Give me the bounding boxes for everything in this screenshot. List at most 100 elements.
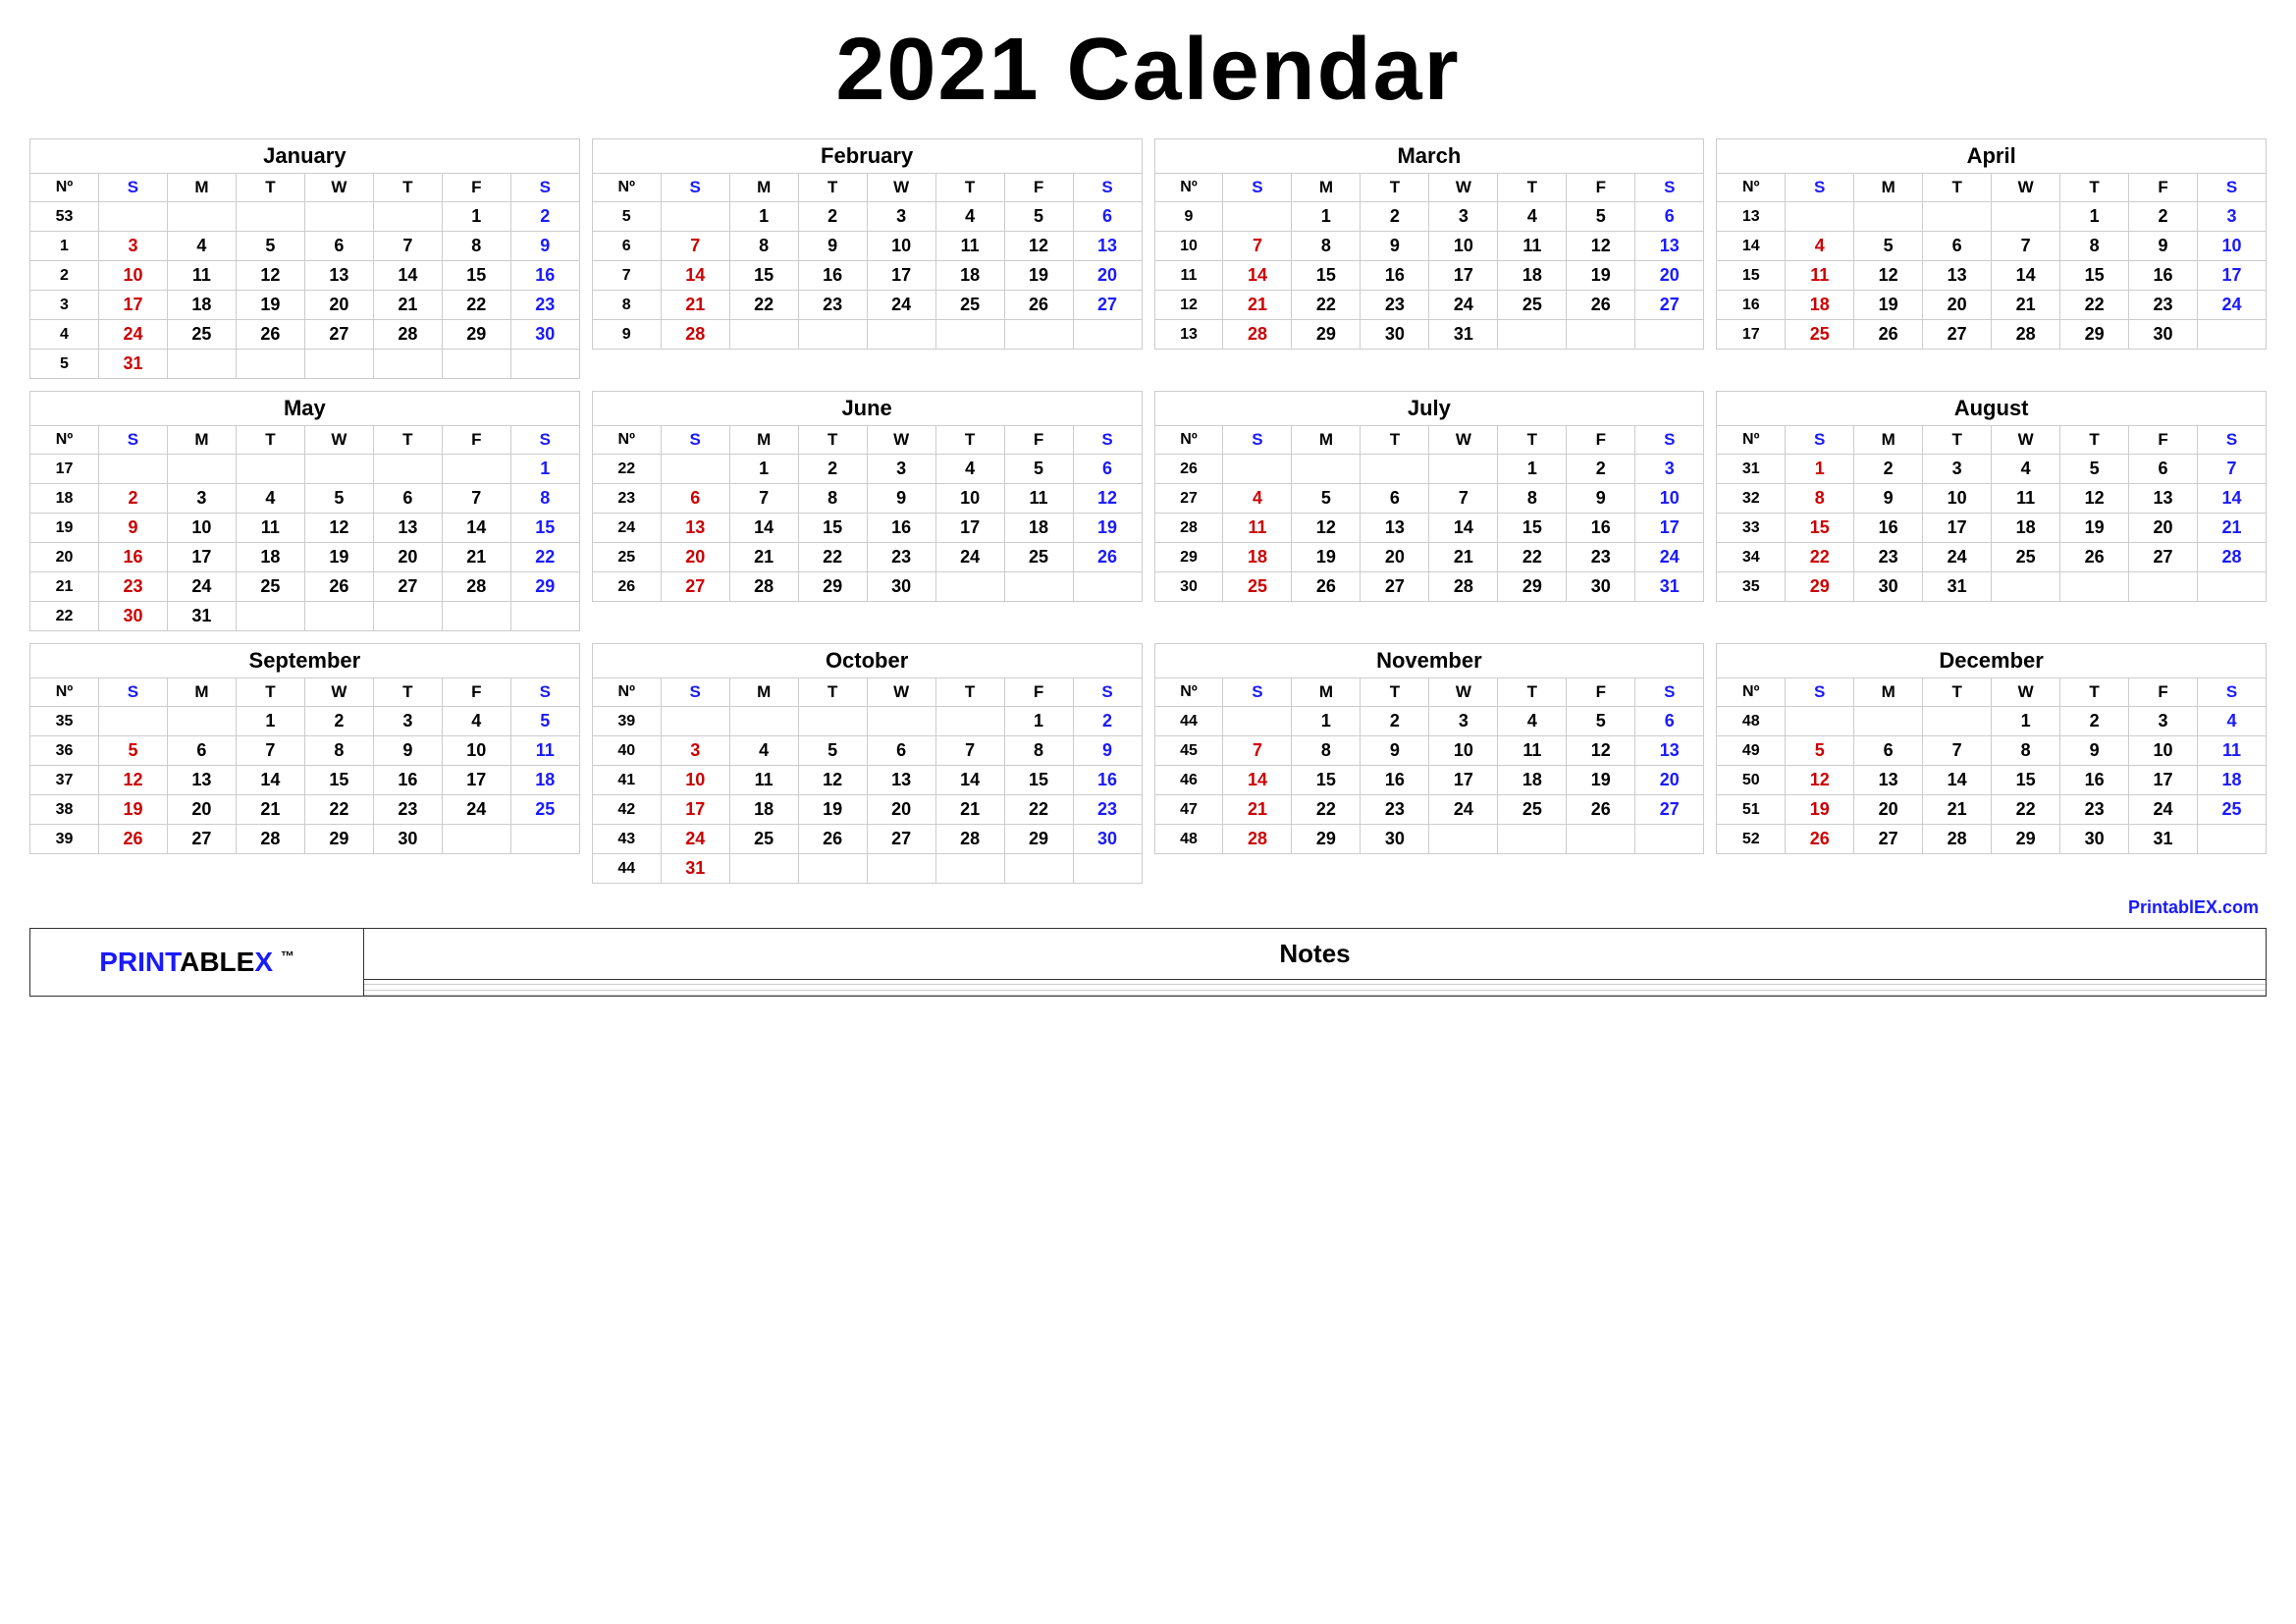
weekday: 9 [798, 232, 867, 261]
header-day-4: W [1429, 174, 1498, 202]
empty-day [935, 320, 1004, 350]
week-number: 47 [1154, 795, 1223, 825]
weekday: 15 [304, 766, 373, 795]
header-sunday: S [1786, 678, 1854, 707]
weekday: 26 [1567, 795, 1635, 825]
sunday-day: 17 [661, 795, 729, 825]
sunday-day: 5 [1786, 736, 1854, 766]
empty-day [1073, 854, 1142, 884]
week-number: 24 [592, 514, 661, 543]
weekday: 1 [1992, 707, 2060, 736]
empty-day [661, 455, 729, 484]
weekday: 3 [867, 455, 935, 484]
weekday: 2 [2129, 202, 2198, 232]
empty-day [1429, 455, 1498, 484]
empty-day [304, 602, 373, 631]
table-row: 2016171819202122 [30, 543, 580, 572]
weekday: 15 [1498, 514, 1567, 543]
saturday-day: 8 [510, 484, 579, 514]
month-title: November [1154, 644, 1704, 678]
saturday-day: 31 [1635, 572, 1704, 602]
saturday-day: 2 [510, 202, 579, 232]
weekday: 20 [304, 291, 373, 320]
weekday: 9 [1361, 232, 1429, 261]
weekday: 8 [1992, 736, 2060, 766]
empty-day [1004, 320, 1073, 350]
week-number: 22 [30, 602, 99, 631]
header-day-4: W [867, 678, 935, 707]
table-row: 2123242526272829 [30, 572, 580, 602]
header-day-2: M [729, 174, 798, 202]
weekday: 22 [798, 543, 867, 572]
header-day-6: F [1567, 426, 1635, 455]
weekday: 8 [1004, 736, 1073, 766]
sunday-day: 7 [1223, 736, 1292, 766]
weekday: 24 [2129, 795, 2198, 825]
week-number: 27 [1154, 484, 1223, 514]
weekday: 7 [442, 484, 510, 514]
printablex-link: PrintablEX.com [29, 895, 2267, 920]
month-may: MayNºSMTWTFS1711823456781991011121314152… [29, 391, 580, 631]
header-day-2: M [167, 174, 236, 202]
header-day-4: W [1992, 426, 2060, 455]
header-day-6: F [2129, 678, 2198, 707]
page-title: 2021 Calendar [29, 20, 2267, 121]
week-number: 43 [592, 825, 661, 854]
weekday: 3 [867, 202, 935, 232]
footer-section: PRINTABLEX ™ Notes [29, 928, 2267, 997]
header-day-3: T [236, 678, 304, 707]
weekday: 6 [1923, 232, 1992, 261]
empty-day [304, 455, 373, 484]
weekday: 27 [2129, 543, 2198, 572]
weekday: 4 [442, 707, 510, 736]
month-october: OctoberNºSMTWTFS391240345678941101112131… [592, 643, 1143, 884]
week-number: 21 [30, 572, 99, 602]
weekday: 16 [1361, 261, 1429, 291]
week-number: 6 [592, 232, 661, 261]
sunday-day: 10 [661, 766, 729, 795]
saturday-day: 13 [1635, 232, 1704, 261]
empty-day [1992, 572, 2060, 602]
table-row: 5119202122232425 [1717, 795, 2267, 825]
table-row: 49567891011 [1717, 736, 2267, 766]
weekday: 2 [304, 707, 373, 736]
table-row: 9123456 [1154, 202, 1704, 232]
week-number: 8 [592, 291, 661, 320]
empty-day [510, 825, 579, 854]
weekday: 14 [1429, 514, 1498, 543]
weekday: 19 [304, 543, 373, 572]
weekday: 28 [373, 320, 442, 350]
empty-day [1498, 825, 1567, 854]
weekday: 18 [1004, 514, 1073, 543]
header-sunday: S [1786, 174, 1854, 202]
table-row: 2627282930 [592, 572, 1142, 602]
week-number: 5 [592, 202, 661, 232]
weekday: 20 [1361, 543, 1429, 572]
empty-day [2198, 320, 2267, 350]
empty-day [373, 350, 442, 379]
table-row: 26123 [1154, 455, 1704, 484]
weekday: 19 [1567, 766, 1635, 795]
saturday-day: 4 [2198, 707, 2267, 736]
table-row: 5123456 [592, 202, 1142, 232]
weekday: 28 [935, 825, 1004, 854]
empty-day [1635, 320, 1704, 350]
sunday-day: 23 [98, 572, 167, 602]
header-day-6: F [1567, 174, 1635, 202]
header-sunday: S [661, 426, 729, 455]
saturday-day: 18 [2198, 766, 2267, 795]
saturday-day: 6 [1073, 455, 1142, 484]
sunday-day: 19 [1786, 795, 1854, 825]
sunday-day: 5 [98, 736, 167, 766]
month-table-september: SeptemberNºSMTWTFS3512345365678910113712… [29, 643, 580, 854]
sunday-day: 14 [1223, 766, 1292, 795]
table-row: 2413141516171819 [592, 514, 1142, 543]
saturday-day: 22 [510, 543, 579, 572]
saturday-day: 13 [1073, 232, 1142, 261]
weekday: 12 [1292, 514, 1361, 543]
weekday: 22 [442, 291, 510, 320]
week-number: 45 [1154, 736, 1223, 766]
empty-day [2198, 825, 2267, 854]
table-row: 2811121314151617 [1154, 514, 1704, 543]
sunday-day: 16 [98, 543, 167, 572]
